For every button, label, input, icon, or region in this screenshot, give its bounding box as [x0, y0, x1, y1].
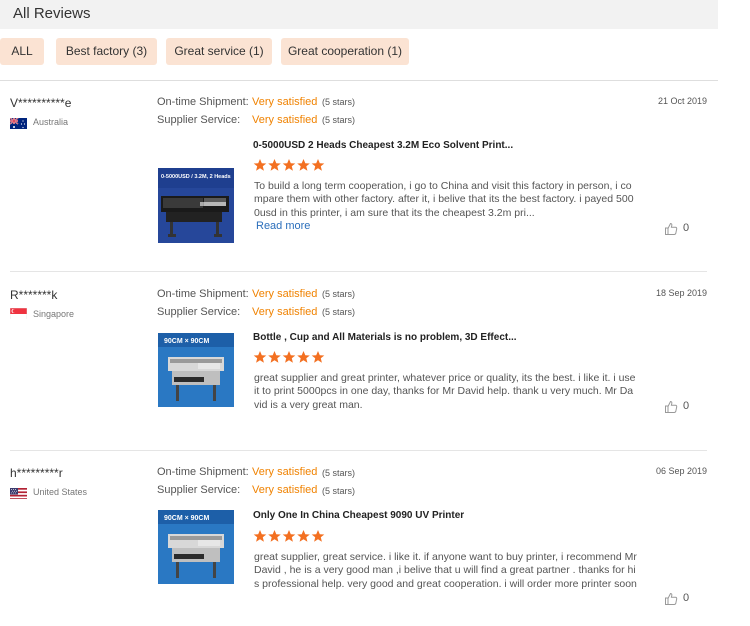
- shipment-rating: Very satisfied: [252, 288, 318, 300]
- like-button[interactable]: 0: [664, 400, 694, 414]
- shipment-label: On-time Shipment:: [157, 466, 249, 478]
- singapore-flag-icon: [10, 307, 27, 319]
- review-date: 06 Sep 2019: [655, 466, 707, 476]
- rating-stars-icon: [253, 350, 327, 364]
- product-title[interactable]: Bottle , Cup and All Materials is no pro…: [253, 332, 517, 343]
- thumbs-up-icon: [665, 592, 678, 605]
- product-thumbnail[interactable]: 90CM × 90CM: [158, 333, 234, 407]
- filter-chip-great-cooperation[interactable]: Great cooperation (1): [281, 38, 409, 65]
- service-stars: (5 stars): [322, 115, 356, 125]
- australia-flag-icon: [10, 117, 27, 129]
- review-item: h*********r United States On-time Shipme…: [0, 452, 718, 626]
- divider: [10, 271, 707, 272]
- service-stars: (5 stars): [322, 486, 356, 496]
- thumbnail-caption: 0-5000USD / 3.2M, 2 Heads: [161, 174, 231, 180]
- read-more-link[interactable]: Read more: [256, 220, 310, 232]
- thumbnail-caption: 90CM × 90CM: [164, 515, 209, 522]
- review-filters: ALL Best factory (3) Great service (1) G…: [0, 38, 718, 65]
- reviewer-name: h*********r: [10, 466, 63, 480]
- divider: [10, 450, 707, 451]
- reviewer-name: V**********e: [10, 96, 72, 110]
- filter-chip-all[interactable]: ALL: [0, 38, 44, 65]
- review-date: 18 Sep 2019: [655, 288, 707, 298]
- thumbs-up-icon: [665, 400, 678, 413]
- shipment-stars: (5 stars): [322, 468, 356, 478]
- rating-stars-icon: [253, 529, 327, 543]
- shipment-rating: Very satisfied: [252, 96, 318, 108]
- shipment-stars: (5 stars): [322, 97, 356, 107]
- like-count: 0: [683, 222, 690, 234]
- reviewer-name: R*******k: [10, 288, 58, 302]
- review-date: 21 Oct 2019: [657, 96, 707, 106]
- service-label: Supplier Service:: [157, 306, 241, 318]
- review-item: R*******k Singapore On-time Shipment: Ve…: [0, 274, 718, 459]
- product-thumbnail[interactable]: 0-5000USD / 3.2M, 2 Heads: [158, 168, 234, 243]
- like-count: 0: [683, 592, 690, 604]
- page-title: All Reviews: [13, 5, 91, 22]
- rating-stars-icon: [253, 158, 327, 172]
- service-rating: Very satisfied: [252, 484, 318, 496]
- product-title[interactable]: 0-5000USD 2 Heads Cheapest 3.2M Eco Solv…: [253, 140, 513, 151]
- like-count: 0: [683, 400, 690, 412]
- review-text: great supplier, great service. i like it…: [254, 551, 637, 590]
- service-stars: (5 stars): [322, 307, 356, 317]
- thumbnail-caption: 90CM × 90CM: [164, 338, 209, 345]
- service-label: Supplier Service:: [157, 114, 241, 126]
- review-item: V**********e Australia On-time Shipment:…: [0, 82, 718, 267]
- review-text: To build a long term cooperation, i go t…: [254, 180, 634, 219]
- shipment-label: On-time Shipment:: [157, 288, 249, 300]
- like-button[interactable]: 0: [664, 222, 694, 236]
- like-button[interactable]: 0: [664, 592, 694, 606]
- thumbs-up-icon: [665, 222, 678, 235]
- review-text: great supplier and great printer, whatev…: [254, 372, 636, 411]
- reviewer-country: Australia: [33, 117, 69, 127]
- divider: [0, 80, 718, 81]
- service-rating: Very satisfied: [252, 306, 318, 318]
- united-states-flag-icon: [10, 487, 27, 499]
- filter-chip-best-factory[interactable]: Best factory (3): [56, 38, 157, 65]
- service-rating: Very satisfied: [252, 114, 318, 126]
- shipment-rating: Very satisfied: [252, 466, 318, 478]
- service-label: Supplier Service:: [157, 484, 241, 496]
- shipment-label: On-time Shipment:: [157, 96, 249, 108]
- reviewer-country: United States: [33, 487, 88, 497]
- product-title[interactable]: Only One In China Cheapest 9090 UV Print…: [253, 510, 464, 521]
- reviews-header: All Reviews: [0, 0, 718, 29]
- product-thumbnail[interactable]: 90CM × 90CM: [158, 510, 234, 584]
- filter-chip-great-service[interactable]: Great service (1): [166, 38, 272, 65]
- reviewer-country: Singapore: [33, 309, 75, 319]
- shipment-stars: (5 stars): [322, 289, 356, 299]
